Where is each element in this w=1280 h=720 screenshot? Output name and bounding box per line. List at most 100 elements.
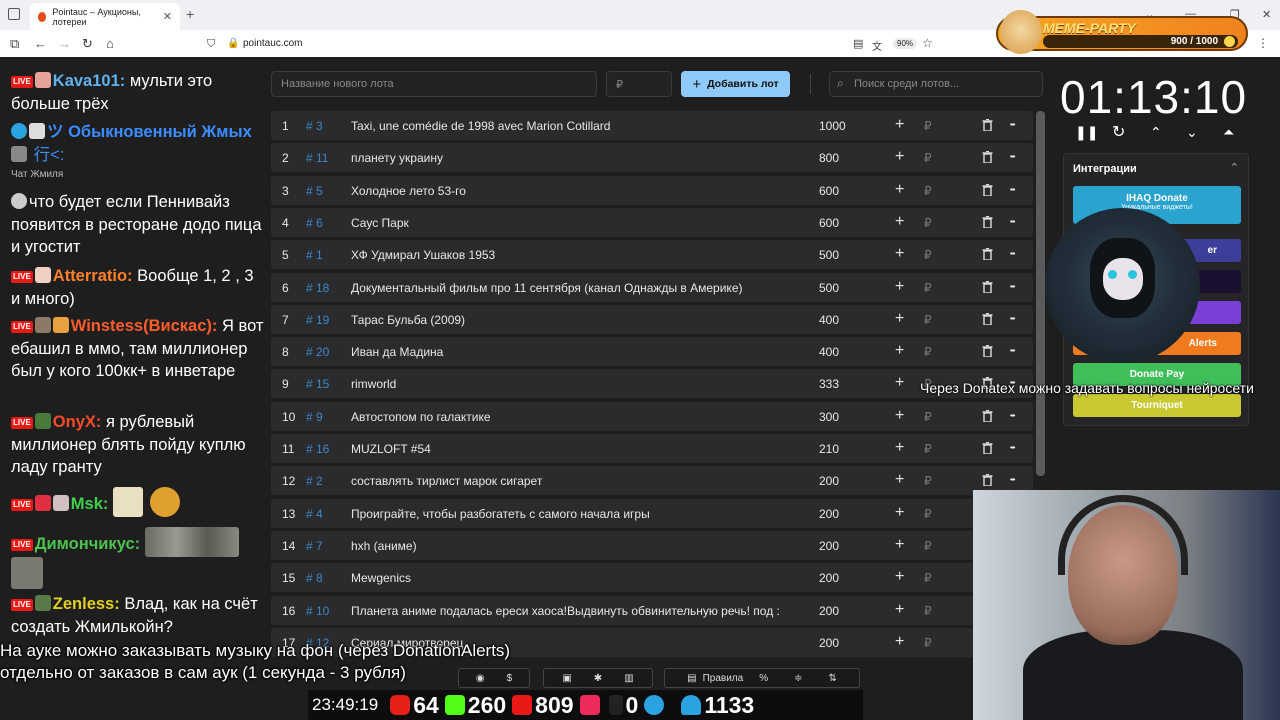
add-amount-icon[interactable]: +: [895, 116, 904, 134]
delete-icon[interactable]: [982, 344, 993, 358]
delete-icon[interactable]: [982, 151, 993, 164]
lot-name[interactable]: Автостопом по галактике: [351, 410, 796, 424]
lot-row[interactable]: 16 # 10 Планета аниме подалась ереси хаоса…: [271, 595, 1033, 625]
collapse-icon[interactable]: ⌃: [1230, 161, 1239, 174]
add-amount-icon[interactable]: +: [895, 310, 904, 328]
lot-row[interactable]: 12 # 2 составлять тирлист марок сигарет 200…: [271, 466, 1033, 496]
save-icon[interactable]: ▣: [562, 673, 571, 684]
new-tab-icon[interactable]: +: [186, 6, 194, 22]
lot-name[interactable]: Планета аниме подалась ереси хаоса!Выдви…: [351, 604, 796, 618]
lot-amount[interactable]: 400: [819, 313, 839, 327]
add-lot-button[interactable]: + Добавить лот: [681, 71, 790, 97]
lot-row[interactable]: 14 # 7 hxh (аниме) 200 + ₽: [271, 530, 1033, 560]
github-icon[interactable]: ◉: [476, 673, 485, 684]
lot-amount[interactable]: 300: [819, 410, 839, 424]
translate-icon[interactable]: 文: [872, 38, 882, 53]
lot-amount[interactable]: 200: [819, 539, 839, 553]
bookmark-star-icon[interactable]: ☆: [922, 36, 933, 50]
tab-close-icon[interactable]: ✕: [163, 10, 172, 23]
rules-button[interactable]: Правила: [703, 673, 744, 684]
lot-row[interactable]: 7 # 19 Тарас Бульба (2009) 400 + ₽ •••: [271, 304, 1033, 334]
reload-icon[interactable]: ↻: [82, 36, 93, 52]
lot-row[interactable]: 10 # 9 Автостопом по галактике 300 + ₽ •••: [271, 401, 1033, 431]
lot-row[interactable]: 9 # 15 rimworld 333 + ₽ •••: [271, 369, 1033, 399]
lot-name[interactable]: Документальный фильм про 11 сентября (ка…: [351, 281, 796, 295]
lot-row[interactable]: 5 # 1 ХФ Удмирал Ушаков 1953 500 + ₽ •••: [271, 240, 1033, 270]
more-icon[interactable]: •••: [1010, 219, 1015, 226]
menu-icon[interactable]: ⋮: [1257, 36, 1269, 50]
clear-icon[interactable]: ▥: [624, 673, 633, 684]
lot-name[interactable]: Taxi, une comédie de 1998 avec Marion Co…: [351, 119, 796, 133]
lot-amount[interactable]: 800: [819, 151, 839, 165]
lot-row[interactable]: 2 # 11 планету украину 800 + ₽ •••: [271, 143, 1033, 173]
add-amount-icon[interactable]: +: [895, 568, 904, 586]
lot-amount[interactable]: 200: [819, 507, 839, 521]
delete-icon[interactable]: [982, 280, 993, 294]
lot-row[interactable]: 4 # 6 Саус Парк 600 + ₽ •••: [271, 207, 1033, 237]
close-window-icon[interactable]: ✕: [1262, 8, 1271, 21]
search-input[interactable]: ⌕ Поиск среди лотов...: [829, 71, 1043, 97]
delete-icon[interactable]: [982, 183, 993, 197]
reset-icon[interactable]: ↻: [1112, 122, 1125, 142]
more-icon[interactable]: •••: [1010, 348, 1015, 355]
delete-icon[interactable]: [982, 409, 993, 423]
lot-amount[interactable]: 1000: [819, 119, 846, 133]
lot-name[interactable]: ХФ Удмирал Ушаков 1953: [351, 248, 796, 262]
more-icon[interactable]: •••: [1010, 413, 1015, 420]
lot-name[interactable]: Саус Парк: [351, 216, 796, 230]
dollar-icon[interactable]: $: [507, 673, 513, 684]
lot-amount[interactable]: 200: [819, 474, 839, 488]
shield-icon[interactable]: ⛉: [207, 38, 215, 51]
lot-name[interactable]: Иван да Мадина: [351, 345, 796, 359]
add-amount-icon[interactable]: +: [895, 407, 904, 425]
lot-row[interactable]: 1 # 3 Taxi, une comédie de 1998 avec Mario…: [271, 111, 1033, 140]
lot-amount[interactable]: 500: [819, 248, 839, 262]
lot-row[interactable]: 8 # 20 Иван да Мадина 400 + ₽ •••: [271, 337, 1033, 367]
add-amount-icon[interactable]: +: [895, 601, 904, 619]
lot-amount[interactable]: 600: [819, 216, 839, 230]
bug-icon[interactable]: ✱: [594, 673, 602, 684]
delete-icon[interactable]: [982, 118, 993, 132]
lot-name[interactable]: rimworld: [351, 377, 796, 391]
more-icon[interactable]: •••: [1010, 154, 1015, 161]
scrollbar[interactable]: [1036, 111, 1045, 476]
sidebar-icon[interactable]: ⧉: [10, 36, 19, 52]
split-icon[interactable]: ≑: [794, 673, 802, 684]
lot-row[interactable]: 6 # 18 Документальный фильм про 11 сентябр…: [271, 272, 1033, 302]
lot-name[interactable]: Холодное лето 53-го: [351, 184, 796, 198]
lot-amount[interactable]: 200: [819, 604, 839, 618]
delete-icon[interactable]: [982, 312, 993, 326]
url-bar[interactable]: pointauc.com: [243, 38, 302, 49]
delete-icon[interactable]: [982, 215, 993, 229]
zoom-level[interactable]: 90%: [893, 38, 918, 49]
add-amount-icon[interactable]: +: [895, 633, 904, 651]
add-amount-icon[interactable]: +: [895, 181, 904, 199]
lot-amount[interactable]: 333: [819, 377, 839, 391]
add-amount-icon[interactable]: +: [895, 439, 904, 457]
percent-button[interactable]: %: [759, 673, 768, 684]
lot-amount[interactable]: 400: [819, 345, 839, 359]
add-amount-icon[interactable]: +: [895, 536, 904, 554]
back-icon[interactable]: ←: [34, 36, 47, 51]
more-icon[interactable]: •••: [1010, 122, 1015, 129]
lot-name[interactable]: Тарас Бульба (2009): [351, 313, 796, 327]
lot-name[interactable]: MUZLOFT #54: [351, 442, 796, 456]
sort-icon[interactable]: ⇅: [828, 673, 836, 684]
delete-icon[interactable]: [982, 248, 993, 261]
lot-amount[interactable]: 210: [819, 442, 839, 456]
lot-row[interactable]: 3 # 5 Холодное лето 53-го 600 + ₽ •••: [271, 175, 1033, 205]
lot-amount[interactable]: 500: [819, 281, 839, 295]
lot-name[interactable]: Проиграйте, чтобы разбогатеть с самого н…: [351, 507, 796, 521]
new-lot-input[interactable]: Название нового лота: [271, 71, 597, 97]
add-amount-icon[interactable]: +: [895, 278, 904, 296]
add-amount-icon[interactable]: +: [895, 213, 904, 231]
lot-name[interactable]: планету украину: [351, 151, 796, 165]
lot-row[interactable]: 11 # 16 MUZLOFT #54 210 + ₽ •••: [271, 434, 1033, 463]
reader-icon[interactable]: ▤: [853, 37, 863, 50]
lot-amount[interactable]: 200: [819, 571, 839, 585]
more-icon[interactable]: •••: [1010, 477, 1015, 484]
forward-icon[interactable]: →: [58, 36, 71, 51]
more-icon[interactable]: •••: [1010, 187, 1015, 194]
add-amount-icon[interactable]: +: [895, 504, 904, 522]
tab-list-icon[interactable]: [8, 8, 20, 20]
